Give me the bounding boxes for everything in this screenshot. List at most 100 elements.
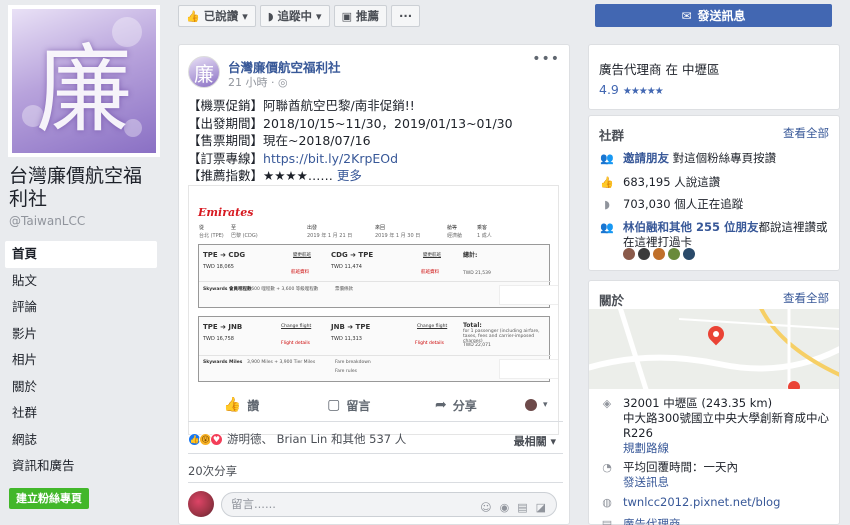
response-row: ◔ 平均回覆時間：一天內 發送訊息 bbox=[599, 460, 831, 490]
share-label: 分享 bbox=[452, 398, 477, 413]
fare-header-label: 來回 bbox=[375, 225, 386, 231]
about-see-all[interactable]: 查看全部 bbox=[783, 290, 829, 306]
send-message-button[interactable]: ✉ 發送訊息 bbox=[595, 4, 832, 27]
flight-details-link: 航班資料 bbox=[291, 270, 309, 275]
sticker-icon[interactable]: ◪ bbox=[536, 496, 546, 519]
friends-icon: 👥 bbox=[600, 221, 614, 234]
globe-icon: ◎ bbox=[277, 76, 288, 89]
fare-header-label: 從 bbox=[199, 225, 205, 231]
follows-count: 703,030 個人正在追蹤 bbox=[623, 197, 744, 211]
sort-comments-dropdown[interactable]: 最相關 ▾ bbox=[514, 433, 556, 449]
recommend-button[interactable]: ▣ 推薦 bbox=[333, 5, 387, 27]
emirates-logo: Emirates bbox=[198, 206, 254, 219]
camera-icon[interactable]: ◉ bbox=[500, 496, 510, 519]
comment-bubble-icon: ▢ bbox=[327, 397, 341, 413]
profile-glyph: 廉 bbox=[36, 33, 132, 146]
tag-icon: ▤ bbox=[601, 518, 613, 525]
skywards-text: 3,600 哩程數 + 3,600 等級哩程數 bbox=[247, 287, 319, 292]
rating-value: 4.9 bbox=[599, 82, 619, 97]
skywards-label: Skywards Miles bbox=[203, 360, 243, 365]
friend-avatars bbox=[623, 248, 695, 260]
emoji-icon[interactable]: ☺ bbox=[480, 496, 491, 519]
nav-item-posts[interactable]: 貼文 bbox=[5, 268, 157, 295]
directions-link[interactable]: 規劃路線 bbox=[623, 441, 669, 455]
friends-link[interactable]: 林伯融和其他 255 位朋友 bbox=[623, 220, 759, 234]
friend-avatar[interactable] bbox=[668, 248, 680, 260]
author-avatar[interactable]: 廉 bbox=[188, 56, 220, 88]
post-as-selector[interactable]: ▾ bbox=[509, 395, 563, 415]
more-label: ··· bbox=[398, 9, 413, 23]
love-reaction-icon: ♥ bbox=[210, 432, 223, 446]
like-action[interactable]: 👍 讚 bbox=[188, 395, 295, 415]
total-label: Total: bbox=[463, 322, 482, 329]
comment-input[interactable]: 留言...... ☺ ◉ ▤ ◪ bbox=[221, 492, 557, 517]
fare-leg: JNB ➜ TPE TWD 11,313 Change flight Fligh… bbox=[331, 323, 455, 346]
speech-bubble-icon: ▣ bbox=[341, 9, 352, 23]
page-rating[interactable]: 4.9 ★★★★★ bbox=[599, 82, 664, 97]
page-name[interactable]: 台灣廉價航空福利社 bbox=[9, 165, 159, 211]
selector-avatar bbox=[524, 399, 537, 411]
about-send-message-link[interactable]: 發送訊息 bbox=[623, 475, 669, 489]
nav-item-community[interactable]: 社群 bbox=[5, 400, 157, 427]
share-count[interactable]: 20次分享 bbox=[188, 463, 237, 479]
share-action[interactable]: ➦ 分享 bbox=[402, 395, 509, 415]
fare-header-value: 台北 (TPE) bbox=[199, 233, 224, 239]
profile-picture[interactable]: 廉 bbox=[8, 5, 160, 157]
about-card: 關於 查看全部 ◈ 32001 中壢區 (243.35 km) 中大路300號國… bbox=[588, 280, 840, 525]
map-roads bbox=[589, 309, 839, 389]
website-link[interactable]: twnlcc2012.pixnet.net/blog bbox=[623, 495, 780, 510]
friends-row: 👥 林伯融和其他 255 位朋友都說這裡讚或在這裡打過卡 bbox=[599, 220, 831, 250]
skywards-label: Skywards 會員哩程數 bbox=[203, 287, 252, 292]
total-price: TWD 22,071 bbox=[463, 343, 491, 348]
comment-action[interactable]: ▢ 留言 bbox=[295, 395, 402, 415]
nav-item-photos[interactable]: 相片 bbox=[5, 347, 157, 374]
gif-icon[interactable]: ▤ bbox=[517, 496, 527, 519]
post-time[interactable]: 21 小時 · ◎ bbox=[228, 74, 288, 90]
address-line-2: 中大路300號國立中央大學創新育成中心R226 bbox=[623, 411, 829, 440]
nav-item-info-ads[interactable]: 資訊和廣告 bbox=[5, 453, 157, 480]
people-icon: 👥 bbox=[600, 152, 614, 165]
friend-avatar[interactable] bbox=[683, 248, 695, 260]
page-nav: 首頁 貼文 評論 影片 相片 關於 社群 網誌 資訊和廣告 bbox=[5, 241, 157, 480]
fare-header-value: 2019 年 1 月 21 日 bbox=[307, 233, 353, 239]
friend-avatar[interactable] bbox=[623, 248, 635, 260]
fare-header-value: 1 成人 bbox=[477, 233, 492, 239]
invite-row: 👥 邀請朋友 對這個粉絲專頁按讚 bbox=[599, 151, 831, 166]
booking-link[interactable]: https://bit.ly/2KrpEOd bbox=[263, 151, 398, 166]
post-options-icon[interactable]: ••• bbox=[532, 51, 560, 67]
nav-item-home[interactable]: 首頁 bbox=[5, 241, 157, 268]
fare-leg: CDG ➜ TPE TWD 11,474 變更航班 航班資料 bbox=[331, 251, 455, 275]
location-map[interactable] bbox=[589, 309, 839, 389]
thumbs-up-icon: 👍 bbox=[600, 176, 614, 189]
flight-details-link: 航班資料 bbox=[421, 270, 439, 275]
messenger-icon: ◔ bbox=[602, 461, 612, 474]
comment-label: 留言 bbox=[346, 398, 371, 413]
thumbs-up-outline-icon: 👍 bbox=[223, 397, 242, 413]
following-button[interactable]: ◗ 追蹤中 ▾ bbox=[259, 5, 330, 27]
friend-avatar[interactable] bbox=[638, 248, 650, 260]
nav-item-videos[interactable]: 影片 bbox=[5, 321, 157, 348]
category-link[interactable]: 廣告代理商 bbox=[623, 517, 681, 525]
more-button[interactable]: ··· bbox=[390, 5, 421, 27]
see-more-link[interactable]: 更多 bbox=[337, 168, 362, 183]
fare-breakdown: Fare breakdown bbox=[335, 360, 371, 365]
comment-tools: ☺ ◉ ▤ ◪ bbox=[480, 496, 546, 519]
follow-icon: ◗ bbox=[604, 198, 610, 211]
thumbs-up-icon: 👍 bbox=[186, 9, 200, 23]
fare-rules: Fare rules bbox=[335, 369, 357, 374]
friend-avatar[interactable] bbox=[653, 248, 665, 260]
address-line-1: 32001 中壢區 (243.35 km) bbox=[623, 396, 773, 410]
skywards-text: 3,900 Miles + 3,900 Tier Miles bbox=[247, 360, 316, 365]
reaction-summary[interactable]: 👍 😮 ♥ 游明德、 Brian Lin 和其他 537 人 bbox=[188, 431, 406, 447]
response-time: 平均回覆時間：一天內 bbox=[623, 460, 738, 474]
invite-friends-link[interactable]: 邀請朋友 bbox=[623, 151, 669, 165]
liked-button[interactable]: 👍 已說讚 ▾ bbox=[178, 5, 256, 27]
total-label: 總計: bbox=[463, 252, 478, 259]
community-see-all[interactable]: 查看全部 bbox=[783, 125, 829, 141]
fare-header-label: 艙等 bbox=[447, 225, 458, 231]
left-column: 廉 台灣廉價航空福利社 @TaiwanLCC 首頁 貼文 評論 影片 相片 關於… bbox=[0, 0, 168, 525]
create-page-button[interactable]: 建立粉絲專頁 bbox=[9, 488, 89, 509]
nav-item-notes[interactable]: 網誌 bbox=[5, 427, 157, 454]
nav-item-reviews[interactable]: 評論 bbox=[5, 294, 157, 321]
nav-item-about[interactable]: 關於 bbox=[5, 374, 157, 401]
